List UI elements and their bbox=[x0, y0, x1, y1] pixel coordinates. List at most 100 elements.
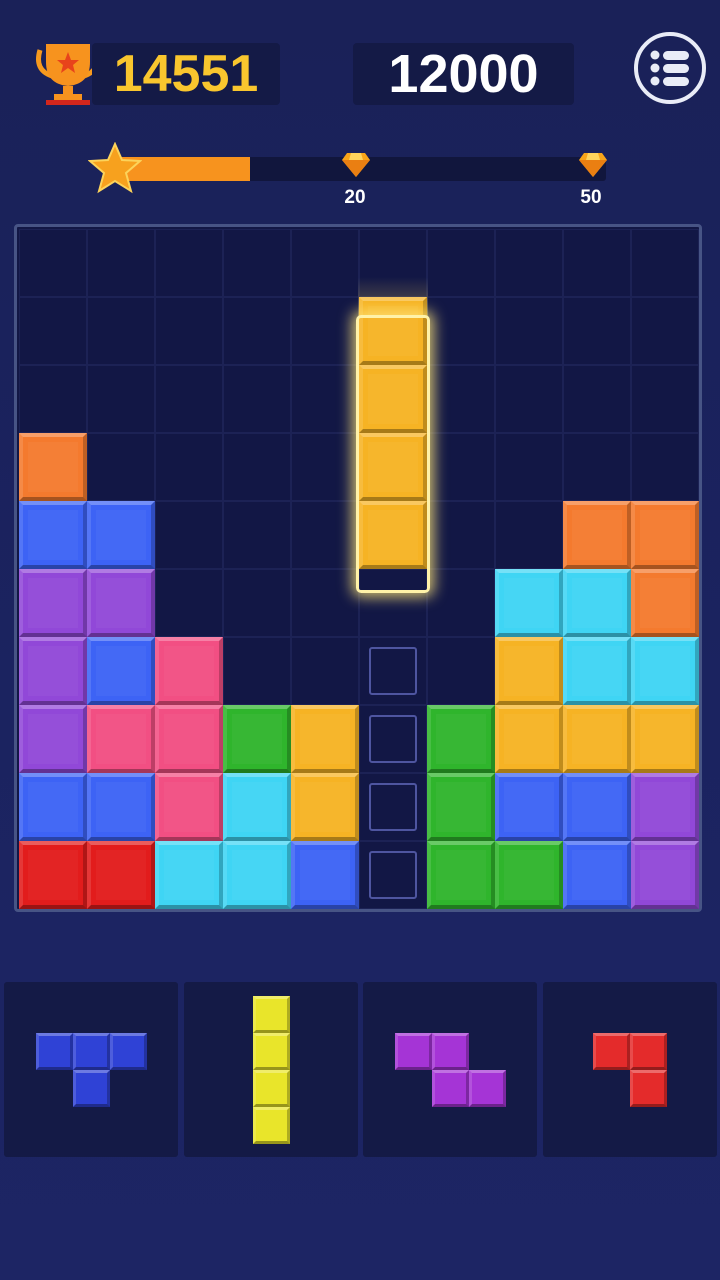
placed-block bbox=[495, 841, 563, 909]
tray-piece-block[interactable] bbox=[252, 1032, 290, 1070]
placed-block bbox=[19, 773, 87, 841]
grid-cell bbox=[155, 229, 223, 297]
tray-piece-block[interactable] bbox=[252, 1106, 290, 1144]
grid-cell bbox=[291, 501, 359, 569]
placed-block bbox=[291, 773, 359, 841]
grid-cell bbox=[495, 297, 563, 365]
grid-cell bbox=[495, 365, 563, 433]
tray-piece-block[interactable] bbox=[431, 1032, 469, 1070]
placed-block bbox=[223, 841, 291, 909]
tray-piece-block[interactable] bbox=[630, 1069, 667, 1107]
grid-cell bbox=[291, 229, 359, 297]
grid-cell bbox=[495, 501, 563, 569]
grid-cell bbox=[87, 229, 155, 297]
star-icon bbox=[87, 141, 143, 194]
placed-block bbox=[631, 569, 699, 637]
placed-block bbox=[291, 705, 359, 773]
grid-cell bbox=[223, 229, 291, 297]
grid-cell bbox=[19, 297, 87, 365]
placed-block bbox=[19, 637, 87, 705]
placement-preview-slot bbox=[369, 647, 417, 695]
grid-cell bbox=[427, 501, 495, 569]
placed-block bbox=[19, 433, 87, 501]
grid-cell bbox=[19, 365, 87, 433]
tray-slot-3[interactable] bbox=[363, 982, 537, 1157]
grid-cell bbox=[631, 297, 699, 365]
grid-cell bbox=[155, 365, 223, 433]
grid-cell bbox=[495, 229, 563, 297]
placement-preview-slot bbox=[369, 715, 417, 763]
grid-cell bbox=[155, 501, 223, 569]
grid-cell bbox=[223, 297, 291, 365]
tray-piece-block[interactable] bbox=[72, 1032, 110, 1070]
placed-block bbox=[223, 705, 291, 773]
best-score: 14551 bbox=[92, 43, 280, 105]
placed-block bbox=[563, 569, 631, 637]
placed-block bbox=[87, 637, 155, 705]
grid-cell bbox=[291, 569, 359, 637]
grid-cell bbox=[223, 637, 291, 705]
grid-cell bbox=[291, 365, 359, 433]
grid-cell bbox=[223, 433, 291, 501]
tray-slot-2[interactable] bbox=[184, 982, 358, 1157]
tray-piece-block[interactable] bbox=[252, 1069, 290, 1107]
placed-block bbox=[19, 569, 87, 637]
game-board[interactable] bbox=[14, 224, 702, 912]
tray-slot-1[interactable] bbox=[4, 982, 178, 1157]
placed-block bbox=[19, 501, 87, 569]
grid-cell bbox=[563, 297, 631, 365]
placed-block bbox=[563, 637, 631, 705]
diamond-icon bbox=[341, 151, 371, 179]
placed-block bbox=[87, 705, 155, 773]
placement-preview-slot bbox=[369, 783, 417, 831]
tray-piece-block[interactable] bbox=[394, 1032, 432, 1070]
menu-button[interactable] bbox=[634, 32, 706, 104]
grid-cell bbox=[427, 229, 495, 297]
placed-block bbox=[19, 705, 87, 773]
placed-block bbox=[427, 841, 495, 909]
current-score: 12000 bbox=[353, 43, 574, 105]
grid-cell bbox=[427, 433, 495, 501]
placed-block bbox=[631, 637, 699, 705]
grid-cell bbox=[563, 229, 631, 297]
dragged-piece-highlight bbox=[356, 315, 430, 593]
tray-piece-block[interactable] bbox=[72, 1069, 110, 1107]
placed-block bbox=[563, 773, 631, 841]
list-menu-icon bbox=[650, 50, 689, 86]
milestone-label: 50 bbox=[580, 187, 602, 208]
grid-cell bbox=[427, 297, 495, 365]
placed-block bbox=[87, 501, 155, 569]
tray-piece-block[interactable] bbox=[593, 1032, 630, 1070]
placed-block bbox=[87, 569, 155, 637]
milestone-label: 20 bbox=[344, 187, 366, 208]
tray-piece-block[interactable] bbox=[431, 1069, 469, 1107]
grid-cell bbox=[19, 229, 87, 297]
grid-cell bbox=[427, 569, 495, 637]
tray-piece-block[interactable] bbox=[630, 1032, 667, 1070]
grid-cell bbox=[563, 365, 631, 433]
placed-block bbox=[87, 773, 155, 841]
tray-piece-block[interactable] bbox=[252, 995, 290, 1033]
placed-block bbox=[631, 501, 699, 569]
grid-cell bbox=[291, 297, 359, 365]
placed-block bbox=[155, 705, 223, 773]
placement-preview-slot bbox=[369, 851, 417, 899]
tray-piece-block[interactable] bbox=[35, 1032, 73, 1070]
grid-cell bbox=[155, 297, 223, 365]
placed-block bbox=[495, 773, 563, 841]
grid-cell bbox=[631, 433, 699, 501]
grid-cell bbox=[223, 365, 291, 433]
grid-cell bbox=[631, 365, 699, 433]
grid-cell bbox=[427, 365, 495, 433]
tray-piece-block[interactable] bbox=[468, 1069, 506, 1107]
placed-block bbox=[495, 569, 563, 637]
tray-slot-4[interactable] bbox=[543, 982, 717, 1157]
tray-piece-block[interactable] bbox=[109, 1032, 147, 1070]
placed-block bbox=[291, 841, 359, 909]
placed-block bbox=[563, 501, 631, 569]
grid-cell bbox=[631, 229, 699, 297]
grid-cell bbox=[223, 569, 291, 637]
grid-cell bbox=[291, 433, 359, 501]
grid-cell bbox=[87, 297, 155, 365]
grid-cell bbox=[87, 433, 155, 501]
